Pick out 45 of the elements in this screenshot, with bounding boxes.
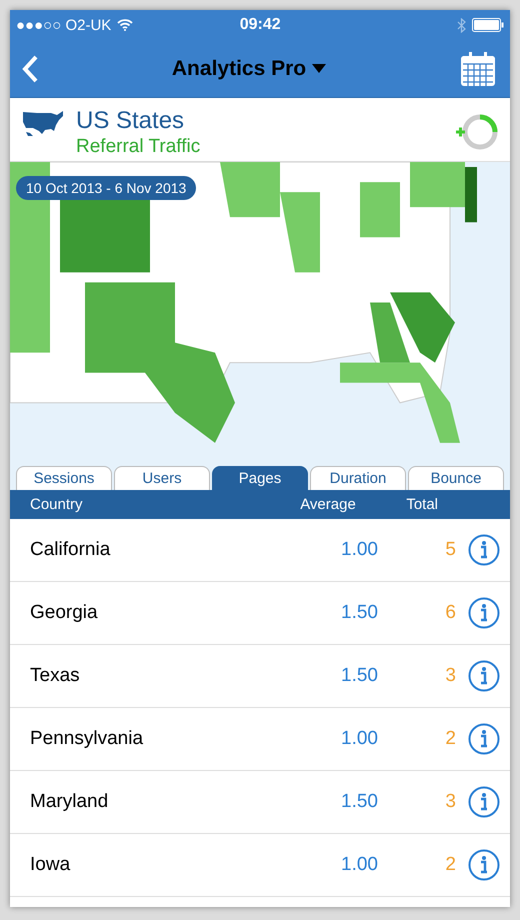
tab[interactable]: Sessions <box>16 466 112 490</box>
calendar-icon[interactable] <box>460 50 496 86</box>
table-cell-text: Texas <box>29 665 81 687</box>
table-cell-text: 5 <box>444 539 456 561</box>
info-icon[interactable] <box>468 786 500 818</box>
table-cell-text: 6 <box>444 602 456 624</box>
info-icon[interactable] <box>468 534 500 566</box>
back-icon[interactable] <box>22 54 38 82</box>
date-range-badge[interactable]: 10 Oct 2013 - 6 Nov 2013 <box>16 176 196 200</box>
table-cell-text: 1.50 <box>340 602 378 624</box>
bluetooth-icon <box>457 18 466 32</box>
us-map-icon <box>22 110 64 138</box>
table-cell-text: 2 <box>444 728 456 750</box>
table-cell-text: Maryland <box>29 791 110 813</box>
column-header: Total <box>405 496 438 513</box>
section-title: US States <box>76 108 186 134</box>
table-cell-text: 2 <box>444 854 456 876</box>
column-header: Average <box>299 496 357 513</box>
info-icon[interactable] <box>468 660 500 692</box>
table-cell-text: 1.00 <box>340 854 378 876</box>
carrier-text: ●●●○○ O2-UK <box>16 16 112 34</box>
table-cell-text: 1.50 <box>340 791 378 813</box>
table-cell-text: Pennsylvania <box>29 728 144 750</box>
time-text: 09:42 <box>238 16 282 34</box>
wifi-icon <box>117 19 134 31</box>
tab[interactable]: Bounce <box>408 466 504 490</box>
table-cell-text: 1.50 <box>340 665 378 687</box>
info-icon[interactable] <box>468 597 500 629</box>
info-icon[interactable] <box>468 849 500 881</box>
info-icon[interactable] <box>468 723 500 755</box>
table-cell-text: 3 <box>444 665 456 687</box>
tab[interactable]: Users <box>114 466 210 490</box>
table-cell-text: 1.00 <box>340 539 378 561</box>
title-dropdown[interactable]: Analytics Pro <box>38 56 460 80</box>
tab[interactable]: Duration <box>310 466 406 490</box>
table-cell-text: Georgia <box>29 602 99 624</box>
section-subtitle: Referral Traffic <box>76 135 202 159</box>
table-cell-text: California <box>29 539 112 561</box>
column-header: Country <box>29 496 84 513</box>
caret-icon <box>312 64 326 74</box>
table-cell-text: 3 <box>444 791 456 813</box>
table-cell-text: 1.00 <box>340 728 378 750</box>
table-cell-text: Iowa <box>29 854 72 876</box>
tab[interactable]: Pages <box>212 466 308 490</box>
battery-icon <box>472 18 504 32</box>
